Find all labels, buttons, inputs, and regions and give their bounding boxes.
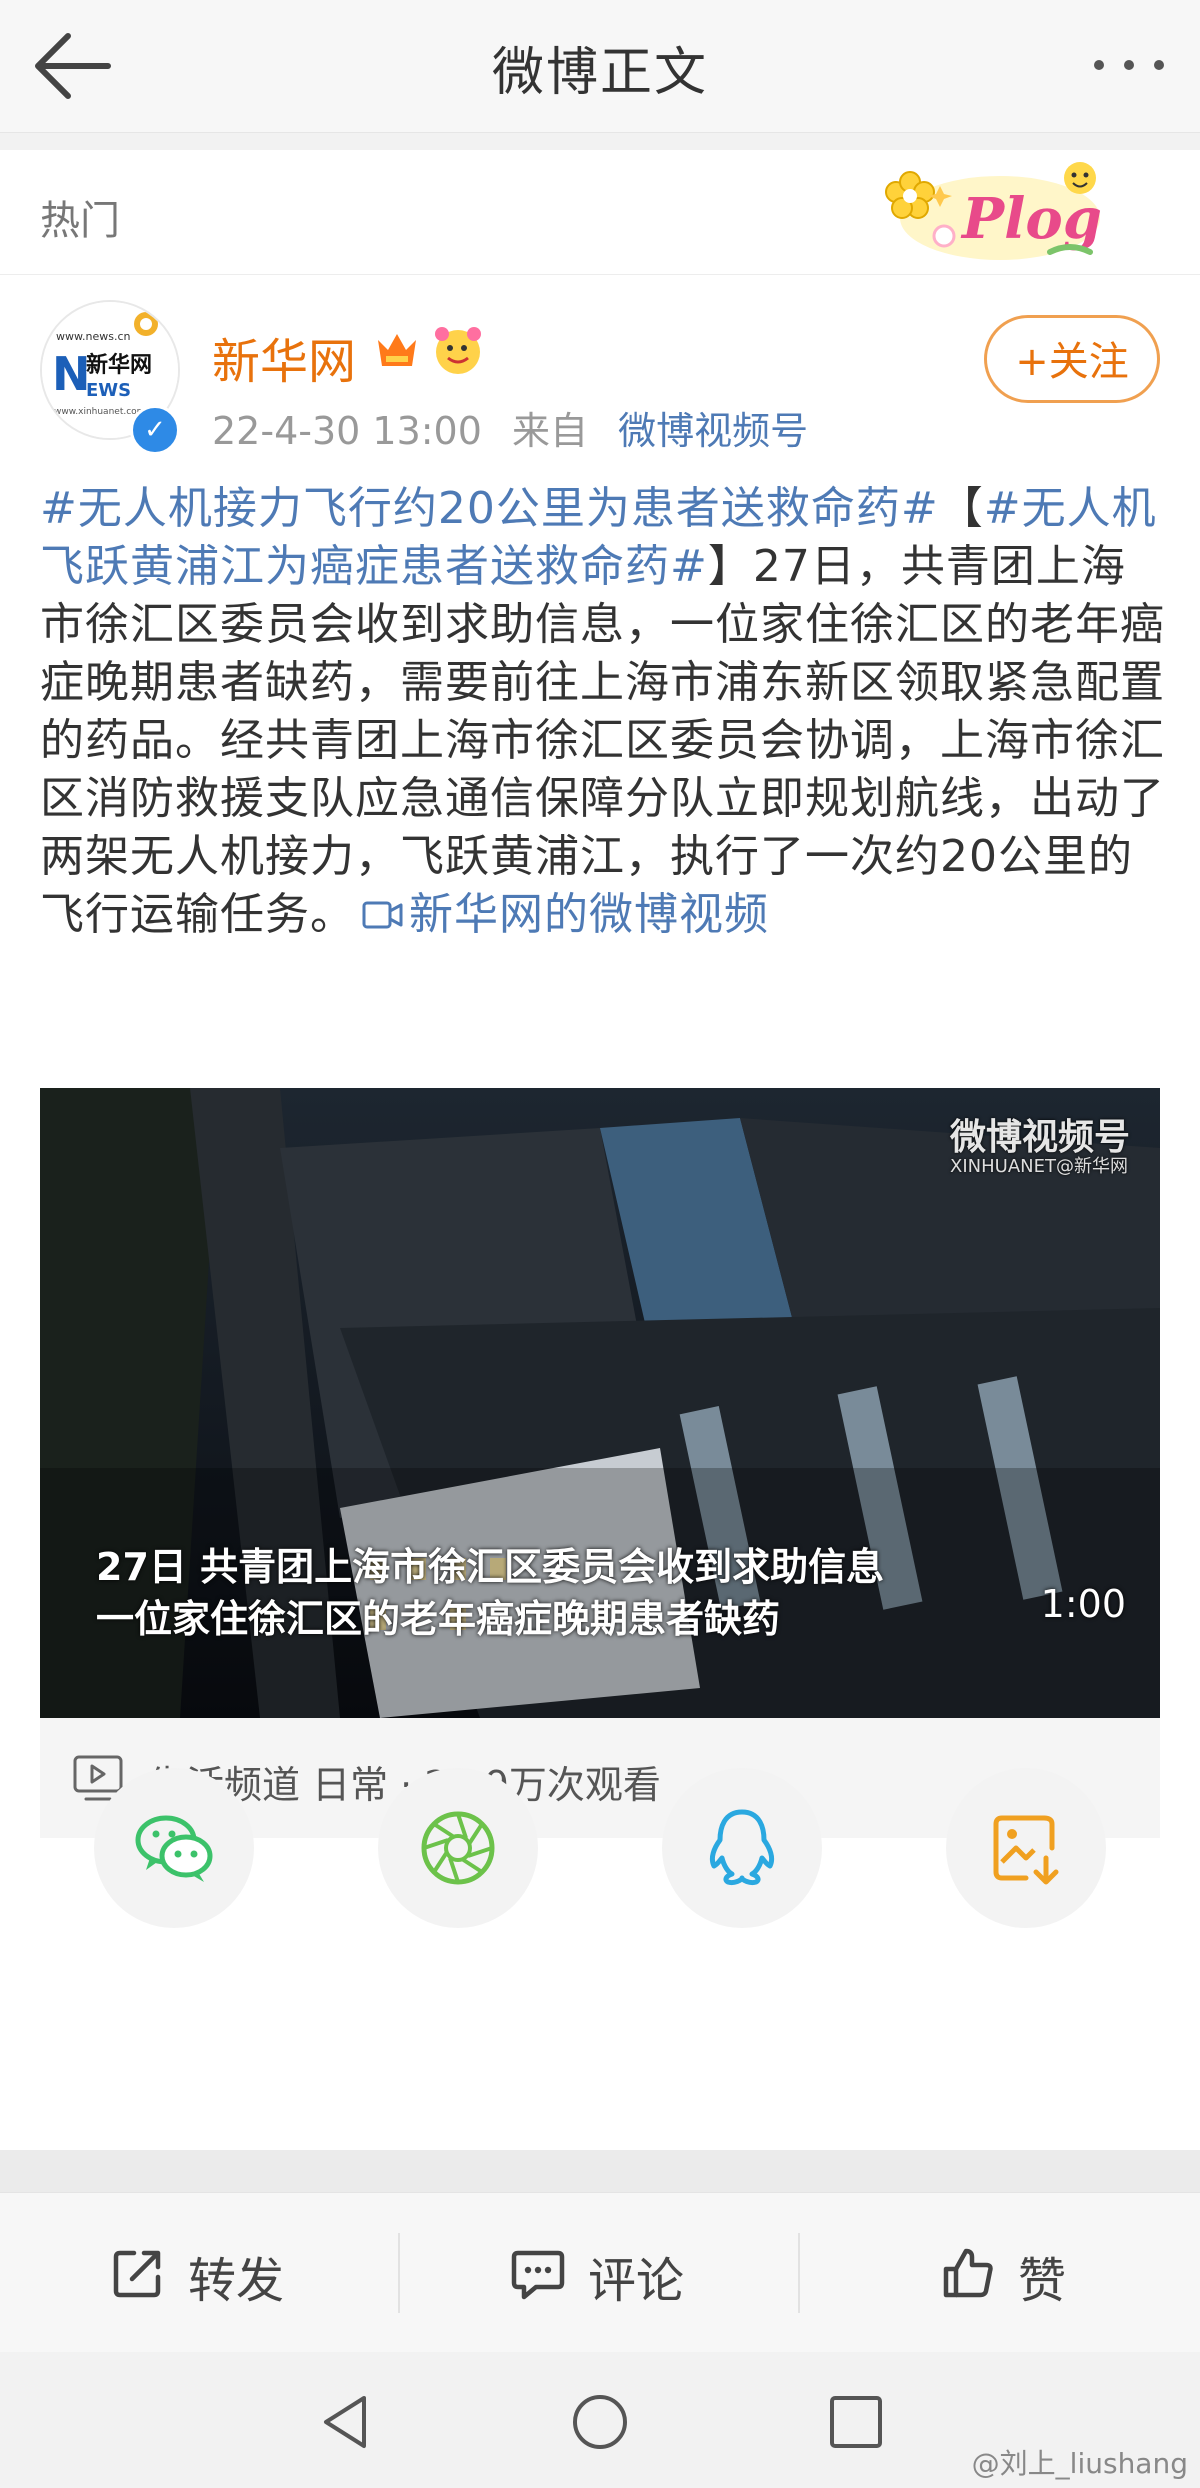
video-player[interactable]: 微博视频号 XINHUANET@新华网 27日 共青团上海市徐汇区委员会收到求助… — [40, 1088, 1160, 1718]
video-link-label: 新华网的微博视频 — [409, 889, 769, 940]
svg-text:www.news.cn: www.news.cn — [56, 330, 130, 343]
verified-badge-icon: ✓ — [130, 405, 180, 455]
share-wechat-button[interactable] — [94, 1768, 254, 1928]
comment-icon — [511, 2250, 565, 2300]
post-meta: 22-4-30 13:00 来自 微博视频号 — [212, 400, 808, 455]
svg-text:N: N — [52, 347, 91, 401]
section-label: 热门 — [40, 198, 120, 244]
fan-badge-icon[interactable] — [430, 322, 486, 378]
share-qq-button[interactable] — [662, 1768, 822, 1928]
nav-back-icon[interactable] — [318, 2392, 374, 2452]
video-caption-line1: 27日 共青团上海市徐汇区委员会收到求助信息 — [96, 1545, 885, 1589]
action-bar: 转发 评论 赞 — [0, 2192, 1200, 2353]
svg-text:新华网: 新华网 — [86, 352, 152, 378]
more-icon[interactable] — [1084, 40, 1174, 90]
comment-button[interactable]: 评论 — [510, 2241, 684, 2311]
hashtag-link[interactable]: #无人机接力飞行约20公里为患者送救命药# — [40, 483, 939, 534]
repost-label: 转发 — [188, 2253, 285, 2309]
qq-icon — [709, 1809, 775, 1885]
save-image-icon — [993, 1815, 1059, 1885]
thumbs-up-icon — [943, 2248, 993, 2298]
post-timestamp: 22-4-30 13:00 — [212, 409, 482, 453]
footer-watermark: @刘上_liushang — [971, 2447, 1188, 2480]
page-title: 微博正文 — [491, 43, 708, 103]
section-divider — [0, 2150, 1200, 2192]
wechat-icon — [135, 1815, 213, 1882]
video-caption-line2: 一位家住徐汇区的老年癌症晚期患者缺药 — [96, 1597, 781, 1641]
moments-icon — [421, 1811, 495, 1885]
top-bar: 微博正文 — [0, 0, 1200, 133]
video-link[interactable]: 新华网的微博视频 — [355, 889, 769, 940]
share-save-image-button[interactable] — [946, 1768, 1106, 1928]
post-body: 】27日，共青团上海市徐汇区委员会收到求助信息，一位家住徐汇区的老年癌症晚期患者… — [40, 541, 1165, 940]
follow-button[interactable]: +关注 — [984, 315, 1160, 403]
nav-home-icon[interactable] — [570, 2392, 630, 2452]
vip-crown-icon[interactable] — [372, 326, 422, 376]
action-separator — [398, 2233, 400, 2313]
repost-button[interactable]: 转发 — [110, 2241, 284, 2311]
video-link-icon — [362, 901, 403, 929]
post-text: #无人机接力飞行约20公里为患者送救命药#【#无人机飞跃黄浦江为癌症患者送救命药… — [40, 480, 1170, 944]
nav-recents-icon[interactable] — [828, 2394, 884, 2450]
section-header: 热门 Plog — [0, 150, 1200, 275]
source-prefix: 来自 — [512, 409, 589, 453]
svg-text:EWS: EWS — [86, 380, 131, 401]
system-nav-bar: @刘上_liushang — [0, 2352, 1200, 2488]
username[interactable]: 新华网 — [212, 322, 356, 392]
svg-text:Plog: Plog — [960, 186, 1102, 252]
plog-sticker-icon[interactable]: Plog — [870, 156, 1110, 272]
post-source-link[interactable]: 微博视频号 — [618, 409, 808, 453]
video-duration: 1:00 — [1040, 1582, 1126, 1626]
repost-icon — [113, 2250, 161, 2298]
like-label: 赞 — [1018, 2253, 1067, 2309]
svg-text:www.xinhuanet.com: www.xinhuanet.com — [54, 407, 145, 417]
share-moments-button[interactable] — [378, 1768, 538, 1928]
like-button[interactable]: 赞 — [940, 2241, 1066, 2311]
comment-label: 评论 — [588, 2253, 685, 2309]
action-separator — [798, 2233, 800, 2313]
video-watermark-sub: XINHUANET@新华网 — [950, 1156, 1128, 1177]
bracket-text: 【 — [938, 483, 984, 534]
